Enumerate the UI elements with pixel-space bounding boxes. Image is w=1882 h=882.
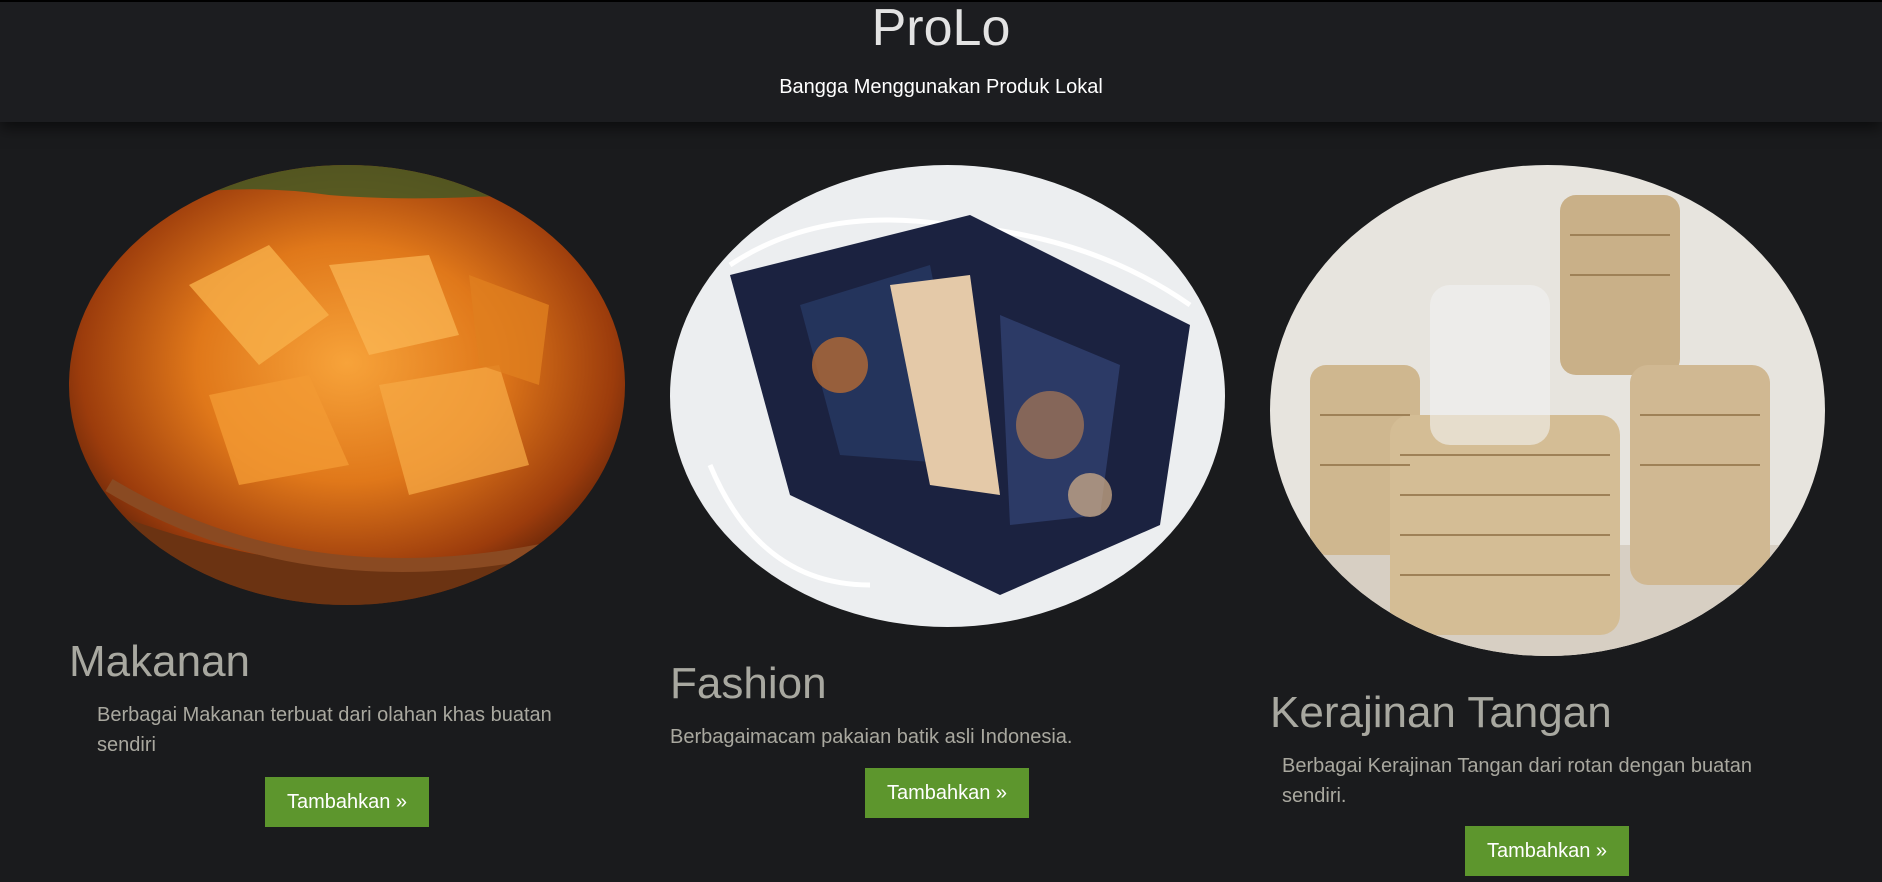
card-title: Fashion: [670, 659, 827, 708]
site-header: ProLo Bangga Menggunakan Produk Lokal: [0, 0, 1882, 122]
add-fashion-button[interactable]: Tambahkan »: [865, 768, 1029, 818]
card-title: Makanan: [69, 637, 251, 686]
card-description: Berbagai Makanan terbuat dari olahan kha…: [97, 704, 552, 756]
fashion-image: [670, 165, 1225, 627]
kerajinan-image: [1270, 165, 1825, 656]
card-description: Berbagai Kerajinan Tangan dari rotan den…: [1282, 755, 1752, 807]
makanan-image: [69, 165, 625, 605]
add-makanan-button[interactable]: Tambahkan »: [265, 777, 429, 827]
page: ProLo Bangga Menggunakan Produk Lokal Ma…: [0, 0, 1882, 882]
add-kerajinan-button[interactable]: Tambahkan »: [1465, 826, 1629, 876]
card-title: Kerajinan Tangan: [1270, 688, 1612, 737]
tagline: Bangga Menggunakan Produk Lokal: [779, 76, 1103, 98]
brand-title[interactable]: ProLo: [0, 0, 1882, 56]
card-description: Berbagaimacam pakaian batik asli Indones…: [670, 726, 1073, 748]
